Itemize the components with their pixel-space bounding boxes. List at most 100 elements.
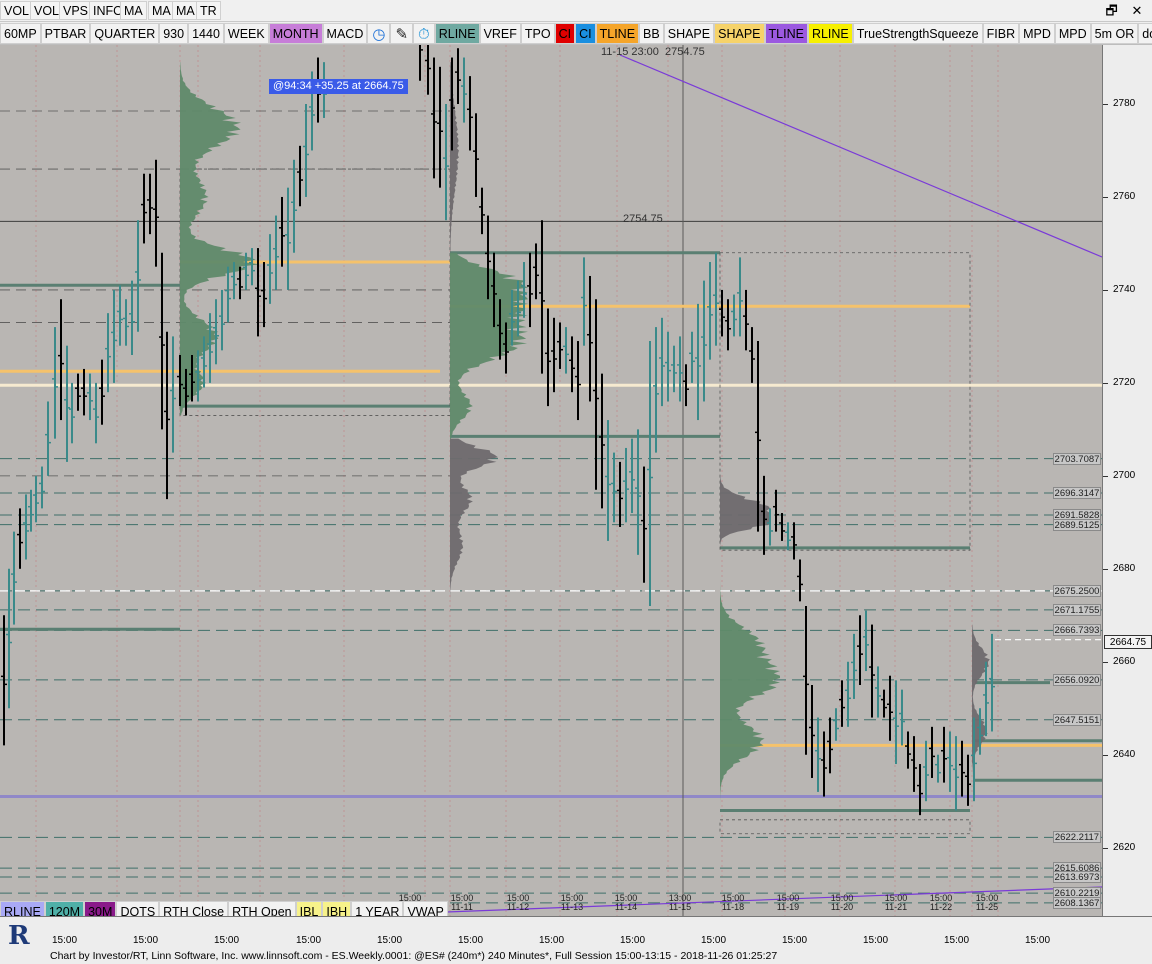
menu-ma-6[interactable]: MA <box>172 1 199 20</box>
price-axis[interactable]: 2780 2760 2740 2720 2700 2680 2660 2640 2620 <box>1102 45 1152 916</box>
date-label: 11-14 <box>615 902 637 912</box>
tool-5m-or-button[interactable]: 5m OR <box>1090 23 1139 44</box>
level-tag: 2656.0920 <box>1053 673 1101 686</box>
y-tick-label: 2620 <box>1113 841 1136 853</box>
crosshair-price-label: 2754.75 <box>623 213 663 225</box>
restore-icon[interactable]: 🗗 <box>1101 2 1123 24</box>
tool-mpd-button[interactable]: MPD <box>1019 23 1055 44</box>
price-chart[interactable]: 0815:0011-1115:0011-1215:0011-1315:0011-… <box>0 11 1103 916</box>
menu-tr-7[interactable]: TR <box>196 1 221 20</box>
date-label: 11-21 <box>885 902 907 912</box>
menu-vol-0[interactable]: VOL <box>0 1 34 20</box>
y-tick-label: 2780 <box>1113 98 1136 109</box>
level-tag: 2696.3147 <box>1053 486 1101 499</box>
tool-bb-button[interactable]: BB <box>639 23 664 44</box>
y-tick-mark <box>1103 196 1108 198</box>
tool-930-button[interactable]: 930 <box>159 23 189 44</box>
tool-shape-button[interactable]: SHAPE <box>714 23 765 44</box>
pencil-icon[interactable]: ✎ <box>390 23 414 44</box>
y-tick-label: 2680 <box>1113 562 1136 574</box>
indicator-toolbar: 60MP PTBAR QUARTER 930 1440 WEEK MONTH MACD ◷ ✎ ⏱ R… <box>0 22 1152 45</box>
top-menu-bar: VOL VOL VPS INFO MA MA MA TR 🗗 ✕ <box>0 0 1152 22</box>
volume-profile <box>720 475 770 551</box>
date-time-label: 15:00 <box>930 893 953 903</box>
y-tick-mark <box>1103 382 1108 384</box>
chart-canvas[interactable]: 0815:0011-1115:0011-1215:0011-1315:0011-… <box>0 11 1103 916</box>
level-tag: 2689.5125 <box>1053 518 1101 531</box>
date-label: 11-18 <box>722 902 744 912</box>
tool-rline-button[interactable]: RLINE <box>434 23 480 44</box>
x-tick-label: 15:00 <box>701 935 727 946</box>
footer-text: Chart by Investor/RT, Linn Software, Inc… <box>50 950 778 962</box>
tool-quarter-button[interactable]: QUARTER <box>90 23 160 44</box>
tool-1440-button[interactable]: 1440 <box>188 23 224 44</box>
date-label: 11-13 <box>561 902 583 912</box>
level-tag: 2613.6973 <box>1053 870 1101 883</box>
time-axis[interactable]: R 15:00 15:00 15:00 15:00 15:00 15:00 15:00 15:… <box>0 916 1152 951</box>
session-box <box>719 819 971 835</box>
tool-fibr-button[interactable]: FIBR <box>982 23 1020 44</box>
y-tick-mark <box>1103 475 1108 477</box>
x-tick-label: 15:00 <box>1025 935 1051 946</box>
volume-profile <box>450 438 498 606</box>
level-tag: 2647.5151 <box>1053 713 1101 726</box>
menu-ma-5[interactable]: MA <box>148 1 175 20</box>
y-tick-mark <box>1103 847 1108 849</box>
stopwatch-icon[interactable]: ⏱ <box>413 23 435 44</box>
trend-line <box>619 54 1103 258</box>
x-tick-label: 15:00 <box>458 935 484 946</box>
x-tick-label: 15:00 <box>214 935 240 946</box>
session-box <box>179 168 451 416</box>
y-tick-mark <box>1103 754 1108 756</box>
tool-rline-button[interactable]: RLINE <box>807 23 853 44</box>
tool-dots-button[interactable]: dots <box>1138 23 1152 44</box>
menu-vps-2[interactable]: VPS <box>59 1 93 20</box>
clock-icon[interactable]: ◷ <box>367 23 391 44</box>
level-tag: 2675.2500 <box>1053 584 1101 597</box>
x-tick-label: 15:00 <box>52 935 78 946</box>
tool-macd-button[interactable]: MACD <box>322 23 368 44</box>
x-tick-label: 15:00 <box>133 935 159 946</box>
window-controls: 🗗 ✕ <box>1101 2 1148 24</box>
y-tick-label: 2660 <box>1113 655 1136 667</box>
x-tick-label: 15:00 <box>863 935 889 946</box>
date-label: 11-20 <box>831 902 853 912</box>
last-price-marker: 2664.75 <box>1104 635 1152 649</box>
close-icon[interactable]: ✕ <box>1126 3 1148 19</box>
y-tick-mark <box>1103 661 1108 663</box>
y-tick-label: 2640 <box>1113 748 1136 760</box>
tool-mpd-button[interactable]: MPD <box>1054 23 1091 44</box>
y-tick-label: 2700 <box>1113 469 1136 481</box>
tool-tline-button[interactable]: TLINE <box>595 23 640 44</box>
tool-week-button[interactable]: WEEK <box>223 23 269 44</box>
x-tick-label: 15:00 <box>539 935 565 946</box>
tool-tpo-button[interactable]: TPO <box>520 23 555 44</box>
tool-vref-button[interactable]: VREF <box>479 23 521 44</box>
level-tag: 2622.2117 <box>1053 831 1101 844</box>
level-tag: 2608.1367 <box>1053 896 1101 909</box>
date-time-label: 13:00 <box>669 893 692 903</box>
x-tick-label: 15:00 <box>620 935 646 946</box>
y-tick-mark <box>1103 568 1108 570</box>
tool-shape-button[interactable]: SHAPE <box>663 23 715 44</box>
x-tick-label: 15:00 <box>296 935 322 946</box>
x-tick-label: 15:00 <box>782 935 808 946</box>
y-tick-mark <box>1103 289 1108 291</box>
logo: R <box>8 921 30 951</box>
menu-ma-4[interactable]: MA <box>120 1 147 20</box>
x-tick-label: 15:00 <box>944 935 970 946</box>
cursor-readout: @94:34 +35.25 at 2664.75 <box>269 79 408 94</box>
tool-60mp-button[interactable]: 60MP <box>0 23 41 44</box>
tool-ci-button[interactable]: CI <box>554 23 576 44</box>
date-time-label: 15:00 <box>451 893 474 903</box>
tool-month-button[interactable]: MONTH <box>268 23 323 44</box>
tool-ci-button[interactable]: CI <box>575 23 596 44</box>
date-time-label: 15:00 <box>976 893 999 903</box>
tool-ptbar-button[interactable]: PTBAR <box>40 23 91 44</box>
tool-tline-button[interactable]: TLINE <box>764 23 808 44</box>
tool-truestrengthsqueeze-button[interactable]: TrueStrengthSqueeze <box>852 23 983 44</box>
date-label: 11-11 <box>451 902 473 912</box>
date-time-label: 15:00 <box>885 893 908 903</box>
date-label: 11-25 <box>976 902 998 912</box>
date-time-label: 15:00 <box>615 893 638 903</box>
